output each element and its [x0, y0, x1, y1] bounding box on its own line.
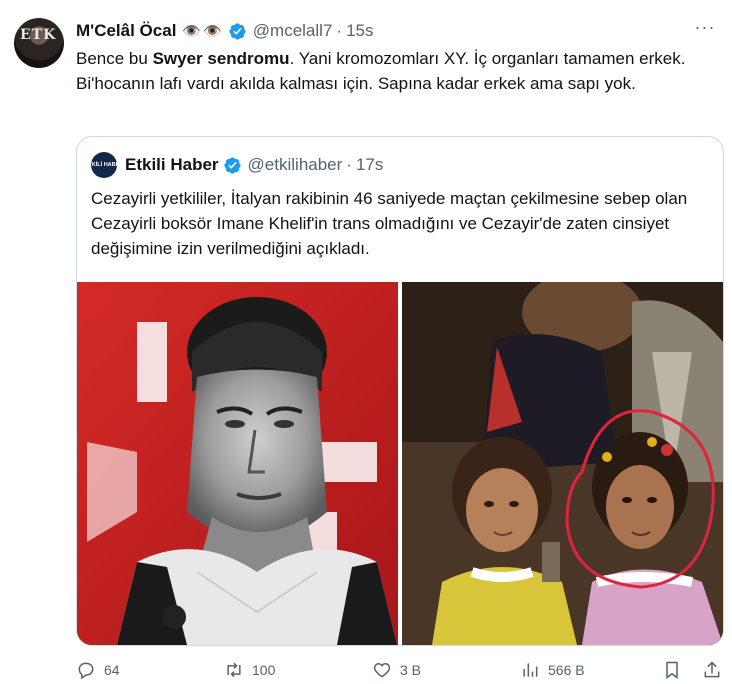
more-options-icon[interactable]: ···	[694, 18, 716, 40]
childhood-photo-image[interactable]	[402, 282, 723, 645]
verified-badge-icon[interactable]	[228, 22, 247, 41]
share-action[interactable]	[702, 660, 730, 680]
analytics-icon	[523, 663, 538, 677]
quote-author-handle[interactable]: @etkilihaber	[248, 155, 343, 175]
boxer-portrait-image[interactable]	[77, 282, 398, 645]
separator-dot: ·	[336, 21, 343, 40]
quote-avatar[interactable]: ETKİLİ HABER	[85, 152, 123, 178]
quote-separator-dot: ·	[346, 155, 352, 174]
avatar-text: ETK	[20, 27, 57, 43]
tweet-text-bold: Swyer sendromu	[152, 49, 290, 68]
tweet-text: Bence bu Swyer sendromu. Yani kromozomla…	[76, 47, 716, 96]
avatar[interactable]: ETK	[14, 18, 64, 68]
bookmark-action[interactable]	[662, 660, 690, 680]
timestamp[interactable]: 15s	[346, 21, 373, 41]
childhood-photo-illustration	[402, 282, 723, 645]
like-action[interactable]: 3 B	[372, 660, 421, 680]
tweet-header: M'Celâl Öcal 👁️👁️ @mcelall7 · 15s	[76, 20, 374, 42]
reply-count: 64	[104, 662, 120, 678]
quote-author-name[interactable]: Etkili Haber	[125, 155, 219, 175]
reply-icon	[78, 662, 94, 680]
quote-header: ETKİLİ HABER Etkili Haber @etkilihaber ·…	[85, 152, 383, 178]
reply-action[interactable]: 64	[76, 660, 120, 680]
boxer-portrait-illustration	[77, 282, 398, 645]
quote-text: Cezayirli yetkililer, İtalyan rakibinin …	[91, 189, 688, 258]
quoted-tweet[interactable]: ETKİLİ HABER Etkili Haber @etkilihaber ·…	[76, 136, 724, 646]
tweet: ETK M'Celâl Öcal 👁️👁️ @mcelall7 · 15s ··…	[0, 0, 732, 683]
views-action[interactable]: 566 B	[520, 660, 585, 680]
tweet-text-part1: Bence bu	[76, 49, 153, 68]
quote-timestamp[interactable]: 17s	[356, 155, 383, 175]
quote-media	[77, 282, 723, 645]
heart-icon	[373, 662, 391, 678]
bookmark-icon	[666, 661, 678, 679]
view-count: 566 B	[548, 662, 585, 678]
quote-verified-badge-icon	[223, 156, 241, 174]
author-handle[interactable]: @mcelall7	[253, 21, 333, 41]
retweet-count: 100	[252, 662, 276, 678]
author-emoji: 👁️👁️	[182, 23, 224, 40]
author-name[interactable]: M'Celâl Öcal	[76, 21, 176, 41]
retweet-icon	[227, 662, 241, 678]
tweet-actions: 64 100 3 B 566 B	[76, 660, 722, 684]
like-count: 3 B	[400, 662, 422, 678]
retweet-action[interactable]: 100	[224, 660, 275, 680]
share-icon	[704, 661, 720, 678]
